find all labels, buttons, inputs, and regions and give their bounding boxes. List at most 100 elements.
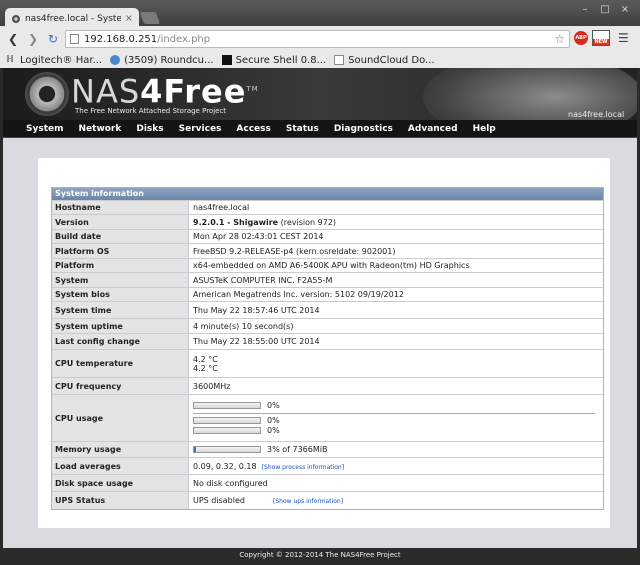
bookmark-soundcloud[interactable]: SoundCloud Do... xyxy=(334,54,435,66)
row-label: System xyxy=(52,273,189,287)
browser-titlebar: nas4free.local - System in × – □ × xyxy=(0,0,640,26)
cpu-temp-core: 4.2 °C xyxy=(193,363,218,373)
info-row-load-averages: Load averages 0.09, 0.32, 0.18 [Show pro… xyxy=(52,457,603,474)
row-label: Last config change xyxy=(52,334,189,349)
header-hostname: nas4free.local xyxy=(568,110,625,119)
roundcube-icon xyxy=(110,55,121,65)
progress-text: 0% xyxy=(267,416,280,425)
row-value: American Megatrends Inc. version: 5102 0… xyxy=(193,290,404,299)
nav-status[interactable]: Status xyxy=(286,124,319,134)
maximize-icon[interactable]: □ xyxy=(598,4,612,15)
cpu-usage-core: 0% xyxy=(193,416,603,426)
row-value: Mon Apr 28 02:43:01 CEST 2014 xyxy=(193,232,324,241)
new-tab-button[interactable] xyxy=(139,12,161,24)
adblock-icon[interactable]: ABP xyxy=(574,31,588,45)
nav-network[interactable]: Network xyxy=(79,124,122,134)
site-logo[interactable]: NAS4FreeTM xyxy=(71,72,259,109)
bookmark-logitech[interactable]: ℍ Logitech® Har... xyxy=(6,55,102,66)
bookmark-secure-shell[interactable]: Secure Shell 0.8... xyxy=(221,54,327,66)
cpu-usage-total: 0% xyxy=(193,401,603,411)
back-icon[interactable]: ❮ xyxy=(6,32,20,46)
browser-tab[interactable]: nas4free.local - System in × xyxy=(5,8,139,26)
row-value: 3% of 7366MiB xyxy=(189,442,603,457)
system-information-table: System information Hostname nas4free.loc… xyxy=(51,187,604,510)
info-row-hostname: Hostname nas4free.local xyxy=(52,200,603,214)
row-value: No disk configured xyxy=(193,478,268,488)
logitech-icon: ℍ xyxy=(6,55,14,65)
minimize-icon[interactable]: – xyxy=(578,4,592,15)
site-tagline: The Free Network Attached Storage Projec… xyxy=(75,107,227,115)
info-row-platform: Platform x64-embedded on AMD A6-5400K AP… xyxy=(52,258,603,272)
logo-tm: TM xyxy=(246,85,259,93)
row-label: Platform xyxy=(52,259,189,272)
row-label: UPS Status xyxy=(52,492,189,509)
nav-disks[interactable]: Disks xyxy=(136,124,163,134)
row-value: x64-embedded on AMD A6-5400K APU with Ra… xyxy=(193,261,470,270)
forward-icon[interactable]: ❯ xyxy=(26,32,40,46)
memory-usage: 3% of 7366MiB xyxy=(193,445,603,455)
nav-access[interactable]: Access xyxy=(236,124,270,134)
row-label: Build date xyxy=(52,230,189,243)
divider xyxy=(193,412,595,414)
address-bar[interactable]: 192.168.0.251/index.php ☆ xyxy=(65,30,570,48)
close-window-icon[interactable]: × xyxy=(618,4,632,15)
bookmark-label: Secure Shell 0.8... xyxy=(235,54,327,66)
bookmark-label: SoundCloud Do... xyxy=(348,54,435,66)
info-row-system-uptime: System uptime 4 minute(s) 10 second(s) xyxy=(52,318,603,333)
info-row-memory-usage: Memory usage 3% of 7366MiB xyxy=(52,441,603,457)
terminal-icon xyxy=(221,55,232,65)
row-value: Thu May 22 18:55:00 UTC 2014 xyxy=(193,337,320,346)
bookmark-roundcube[interactable]: (3509) Roundcu... xyxy=(110,54,214,66)
ups-value: UPS disabled xyxy=(193,496,245,505)
main-navigation: System Network Disks Services Access Sta… xyxy=(3,120,637,138)
progress-bar xyxy=(193,417,261,424)
row-value: 4 minute(s) 10 second(s) xyxy=(193,321,294,331)
nav-diagnostics[interactable]: Diagnostics xyxy=(334,124,393,134)
progress-bar xyxy=(193,446,261,453)
row-label: Memory usage xyxy=(52,442,189,457)
content-panel: System information Hostname nas4free.loc… xyxy=(38,158,610,528)
nav-system[interactable]: System xyxy=(26,124,64,134)
row-label: Disk space usage xyxy=(52,475,189,491)
row-value: ASUSTeK COMPUTER INC. F2A55-M xyxy=(193,275,333,285)
info-row-last-config: Last config change Thu May 22 18:55:00 U… xyxy=(52,333,603,349)
row-value: 0.09, 0.32, 0.18 [Show process informati… xyxy=(189,458,603,474)
show-process-info-link[interactable]: [Show process information] xyxy=(262,464,344,471)
logo-4free: 4Free xyxy=(140,72,247,111)
info-row-version: Version 9.2.0.1 - Shigawire (revision 97… xyxy=(52,214,603,229)
reload-icon[interactable]: ↻ xyxy=(46,32,60,46)
tab-title: nas4free.local - System in xyxy=(24,13,121,24)
tab-close-icon[interactable]: × xyxy=(125,13,133,24)
show-ups-info-link[interactable]: [Show ups information] xyxy=(273,498,343,505)
page-footer: Copyright © 2012-2014 The NAS4Free Proje… xyxy=(3,548,637,565)
row-label: Load averages xyxy=(52,458,189,474)
progress-bar xyxy=(193,402,261,409)
new-extension-icon[interactable]: NEW xyxy=(592,30,610,46)
row-value: nas4free.local xyxy=(193,203,250,212)
info-row-system-bios: System bios American Megatrends Inc. ver… xyxy=(52,287,603,301)
bookmark-label: Logitech® Har... xyxy=(20,54,103,66)
row-label: CPU usage xyxy=(52,395,189,441)
row-label: Version xyxy=(52,215,189,229)
info-row-build-date: Build date Mon Apr 28 02:43:01 CEST 2014 xyxy=(52,229,603,243)
logo-disc-icon xyxy=(25,72,69,116)
load-values: 0.09, 0.32, 0.18 xyxy=(193,461,257,471)
section-title: System information xyxy=(52,188,603,200)
info-row-disk-space: Disk space usage No disk configured xyxy=(52,474,603,491)
nav-services[interactable]: Services xyxy=(179,124,222,134)
row-value: 4.2 °C 4.2 °C xyxy=(189,350,603,377)
bookmark-label: (3509) Roundcu... xyxy=(124,54,214,66)
version-number: 9.2.0.1 - Shigawire xyxy=(193,217,279,227)
version-revision: (revision 972) xyxy=(278,217,337,227)
nav-help[interactable]: Help xyxy=(473,124,496,134)
nav-advanced[interactable]: Advanced xyxy=(408,124,458,134)
menu-icon[interactable]: ☰ xyxy=(618,31,629,45)
row-value: 3600MHz xyxy=(193,381,231,391)
site-header: NAS4FreeTM The Free Network Attached Sto… xyxy=(3,68,637,120)
page-icon xyxy=(70,34,79,44)
bookmark-star-icon[interactable]: ☆ xyxy=(554,32,565,46)
row-value: UPS disabled [Show ups information] xyxy=(189,492,603,509)
progress-fill xyxy=(194,447,196,452)
row-value: 9.2.0.1 - Shigawire (revision 972) xyxy=(189,215,603,229)
logo-nas: NAS xyxy=(71,72,141,111)
